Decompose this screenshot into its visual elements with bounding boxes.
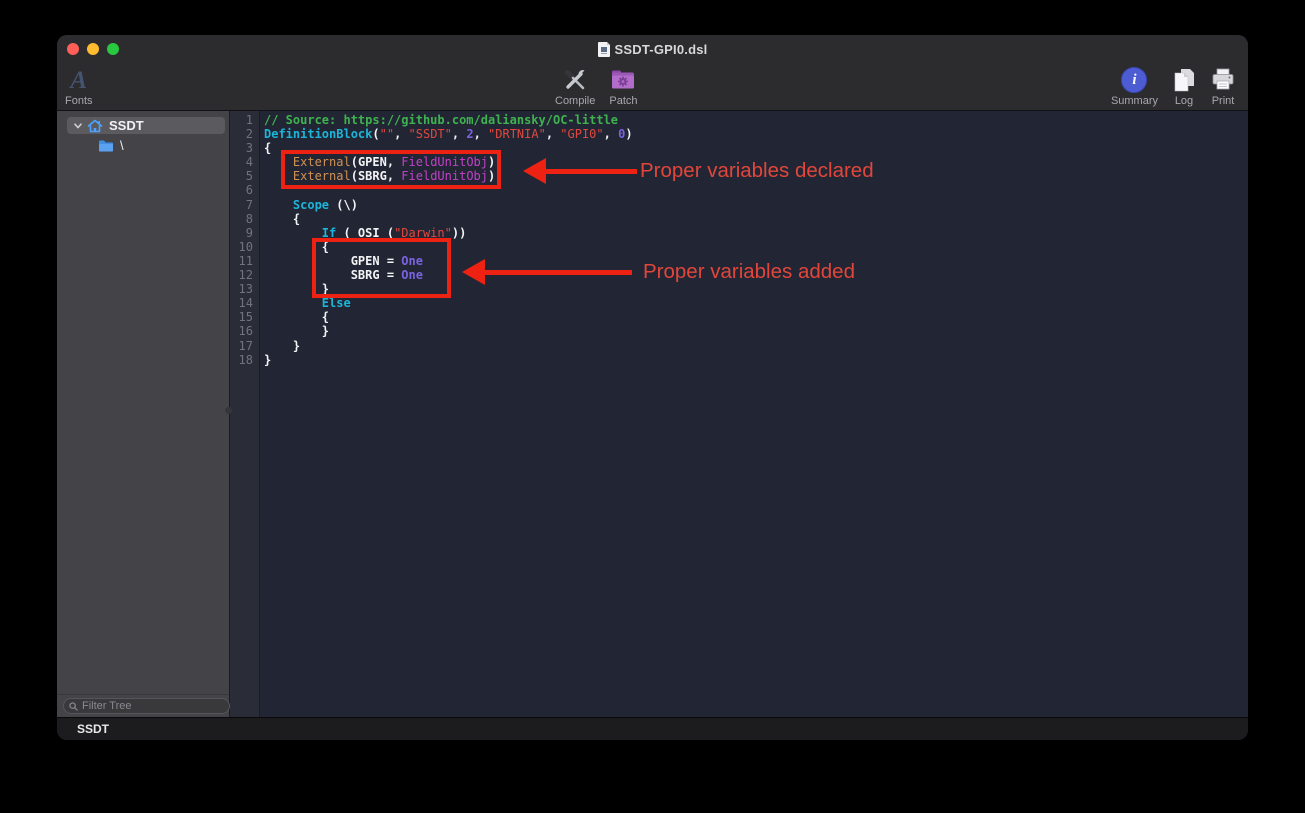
main-content: SSDT \ 1// Sour xyxy=(57,111,1248,717)
compile-label: Compile xyxy=(555,96,595,107)
search-icon xyxy=(69,702,78,711)
summary-label: Summary xyxy=(1111,96,1158,107)
code-line: 2DefinitionBlock("", "SSDT", 2, "DRTNIA"… xyxy=(230,127,1248,141)
line-number: 13 xyxy=(230,282,259,296)
arrow-head-icon xyxy=(523,158,546,184)
summary-info-icon: i xyxy=(1121,67,1147,93)
code-line: 14 Else xyxy=(230,296,1248,310)
print-label: Print xyxy=(1212,96,1235,107)
zoom-button[interactable] xyxy=(107,43,119,55)
minimize-button[interactable] xyxy=(87,43,99,55)
line-number: 17 xyxy=(230,339,259,353)
code-line: 7 Scope (\) xyxy=(230,198,1248,212)
code-line: 15 { xyxy=(230,310,1248,324)
line-number: 7 xyxy=(230,198,259,212)
annotation-text-added: Proper variables added xyxy=(643,260,855,284)
annotation-box-declared xyxy=(281,150,501,189)
fonts-button[interactable]: A Fonts xyxy=(65,66,93,107)
line-number: 2 xyxy=(230,127,259,141)
patch-icon xyxy=(610,67,636,93)
title-bar[interactable]: SSDT-GPI0.dsl xyxy=(57,35,1248,63)
compile-button[interactable]: Compile xyxy=(555,66,595,107)
window-title-group: SSDT-GPI0.dsl xyxy=(598,42,708,57)
line-number: 12 xyxy=(230,268,259,282)
summary-button[interactable]: i Summary xyxy=(1111,66,1158,107)
tree-item-root-scope[interactable]: \ xyxy=(57,137,229,154)
tree-item-label: \ xyxy=(120,138,124,153)
sidebar-filter-bar xyxy=(57,694,229,717)
line-number: 8 xyxy=(230,212,259,226)
line-number: 15 xyxy=(230,310,259,324)
sidebar-tree-panel: SSDT \ xyxy=(57,111,230,717)
traffic-lights xyxy=(67,43,119,55)
log-label: Log xyxy=(1175,96,1193,107)
print-icon xyxy=(1210,67,1236,93)
fonts-label: Fonts xyxy=(65,96,93,107)
window-title: SSDT-GPI0.dsl xyxy=(615,42,708,57)
line-number: 9 xyxy=(230,226,259,240)
toolbar: A Fonts Compile xyxy=(57,63,1248,111)
tree-item-ssdt[interactable]: SSDT xyxy=(57,117,229,134)
log-button[interactable]: Log xyxy=(1172,66,1196,107)
line-number: 16 xyxy=(230,324,259,338)
fonts-icon: A xyxy=(70,68,87,93)
line-number: 10 xyxy=(230,240,259,254)
line-number: 4 xyxy=(230,155,259,169)
filter-field[interactable] xyxy=(63,698,230,714)
compile-icon xyxy=(562,67,588,93)
code-line: 18} xyxy=(230,353,1248,367)
tree-item-label: SSDT xyxy=(109,118,144,133)
code-line: 17 } xyxy=(230,339,1248,353)
log-icon xyxy=(1172,67,1196,93)
line-number: 6 xyxy=(230,183,259,197)
line-number: 18 xyxy=(230,353,259,367)
code-line: 1// Source: https://github.com/daliansky… xyxy=(230,113,1248,127)
filter-tree-input[interactable] xyxy=(82,700,224,712)
annotation-box-added xyxy=(312,238,451,298)
app-window: SSDT-GPI0.dsl A Fonts Compile xyxy=(57,35,1248,740)
line-number: 14 xyxy=(230,296,259,310)
close-button[interactable] xyxy=(67,43,79,55)
line-number: 3 xyxy=(230,141,259,155)
arrow-head-icon xyxy=(462,259,485,285)
line-number: 5 xyxy=(230,169,259,183)
line-number: 1 xyxy=(230,113,259,127)
status-bar: SSDT xyxy=(57,717,1248,740)
patch-label: Patch xyxy=(609,96,637,107)
splitter-handle[interactable] xyxy=(225,407,232,414)
document-icon xyxy=(598,42,610,57)
patch-button[interactable]: Patch xyxy=(609,66,637,107)
annotation-text-declared: Proper variables declared xyxy=(640,159,874,183)
disclosure-chevron-icon[interactable] xyxy=(73,121,83,131)
status-path: SSDT xyxy=(77,722,109,736)
arrow-shaft xyxy=(544,169,637,174)
arrow-shaft xyxy=(483,270,632,275)
print-button[interactable]: Print xyxy=(1210,66,1236,107)
code-line: 16 } xyxy=(230,324,1248,338)
line-number: 11 xyxy=(230,254,259,268)
code-line: 8 { xyxy=(230,212,1248,226)
house-icon xyxy=(87,119,103,133)
folder-icon xyxy=(98,139,114,153)
code-editor[interactable]: 1// Source: https://github.com/daliansky… xyxy=(230,111,1248,717)
